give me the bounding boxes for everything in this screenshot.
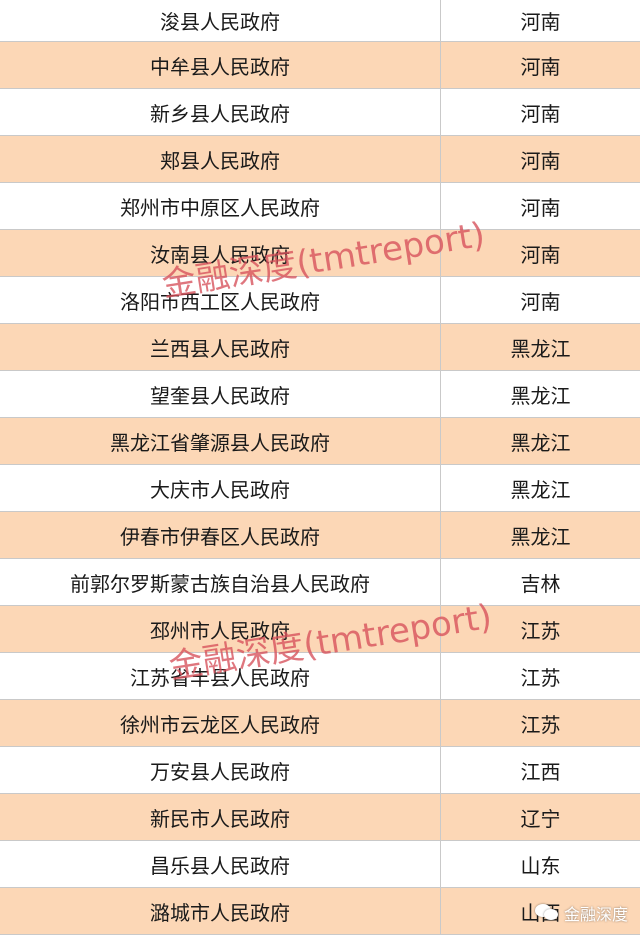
government-name-cell: 黑龙江省肇源县人民政府 xyxy=(0,418,441,464)
government-table: 浚县人民政府 河南 中牟县人民政府 河南 新乡县人民政府 河南 郏县人民政府 河… xyxy=(0,0,640,935)
province-cell: 河南 xyxy=(520,289,561,314)
table-row: 浚县人民政府 河南 xyxy=(0,0,640,42)
government-name-cell: 邳州市人民政府 xyxy=(0,606,441,652)
table-row: 洛阳市西工区人民政府 河南 xyxy=(0,277,640,324)
table-row: 江苏省丰县人民政府 江苏 xyxy=(0,653,640,700)
table-row: 黑龙江省肇源县人民政府 黑龙江 xyxy=(0,418,640,465)
province-cell: 黑龙江 xyxy=(510,383,571,408)
province-cell: 江苏 xyxy=(520,665,561,690)
government-name-cell: 郑州市中原区人民政府 xyxy=(0,183,441,229)
government-name-cell: 江苏省丰县人民政府 xyxy=(0,653,441,699)
province-cell: 河南 xyxy=(520,10,561,34)
government-name-cell: 前郭尔罗斯蒙古族自治县人民政府 xyxy=(0,559,441,605)
government-name-cell: 汝南县人民政府 xyxy=(0,230,441,276)
province-cell: 黑龙江 xyxy=(510,477,571,502)
province-cell: 河南 xyxy=(520,54,561,79)
brand-label: 金融深度 xyxy=(563,905,628,924)
province-cell: 河南 xyxy=(520,195,561,220)
province-cell: 山东 xyxy=(520,853,561,878)
government-name-cell: 大庆市人民政府 xyxy=(0,465,441,511)
government-name-cell: 中牟县人民政府 xyxy=(0,42,441,88)
government-name-cell: 万安县人民政府 xyxy=(0,747,441,793)
government-name-cell: 徐州市云龙区人民政府 xyxy=(0,700,441,746)
table-row: 伊春市伊春区人民政府 黑龙江 xyxy=(0,512,640,559)
province-cell: 黑龙江 xyxy=(510,430,571,455)
government-name-cell: 昌乐县人民政府 xyxy=(0,841,441,887)
government-name-cell: 望奎县人民政府 xyxy=(0,371,441,417)
province-cell: 吉林 xyxy=(520,571,561,596)
wechat-icon xyxy=(534,904,559,922)
government-name-cell: 兰西县人民政府 xyxy=(0,324,441,370)
table-row: 徐州市云龙区人民政府 江苏 xyxy=(0,700,640,747)
table-row: 望奎县人民政府 黑龙江 xyxy=(0,371,640,418)
table-row: 大庆市人民政府 黑龙江 xyxy=(0,465,640,512)
province-cell: 河南 xyxy=(520,242,561,267)
government-name-cell: 潞城市人民政府 xyxy=(0,888,441,934)
government-name-cell: 郏县人民政府 xyxy=(0,136,441,182)
table-row: 万安县人民政府 江西 xyxy=(0,747,640,794)
province-cell: 江苏 xyxy=(520,618,561,643)
brand-badge: 金融深度 xyxy=(534,901,628,925)
table-row: 汝南县人民政府 河南 xyxy=(0,230,640,277)
table-row: 新民市人民政府 辽宁 xyxy=(0,794,640,841)
province-cell: 河南 xyxy=(520,101,561,126)
government-name-cell: 浚县人民政府 xyxy=(0,0,441,41)
province-cell: 河南 xyxy=(520,148,561,173)
government-name-cell: 新民市人民政府 xyxy=(0,794,441,840)
table-row: 郑州市中原区人民政府 河南 xyxy=(0,183,640,230)
table-row: 昌乐县人民政府 山东 xyxy=(0,841,640,888)
table-row: 邳州市人民政府 江苏 xyxy=(0,606,640,653)
table-row: 中牟县人民政府 河南 xyxy=(0,42,640,89)
government-name-cell: 洛阳市西工区人民政府 xyxy=(0,277,441,323)
table-row: 前郭尔罗斯蒙古族自治县人民政府 吉林 xyxy=(0,559,640,606)
province-cell: 江苏 xyxy=(520,712,561,737)
province-cell: 黑龙江 xyxy=(510,336,571,361)
table-row: 郏县人民政府 河南 xyxy=(0,136,640,183)
province-cell: 黑龙江 xyxy=(510,524,571,549)
province-cell: 江西 xyxy=(520,759,561,784)
province-cell: 辽宁 xyxy=(520,806,561,831)
government-name-cell: 新乡县人民政府 xyxy=(0,89,441,135)
government-name-cell: 伊春市伊春区人民政府 xyxy=(0,512,441,558)
table-row: 兰西县人民政府 黑龙江 xyxy=(0,324,640,371)
table-row: 新乡县人民政府 河南 xyxy=(0,89,640,136)
